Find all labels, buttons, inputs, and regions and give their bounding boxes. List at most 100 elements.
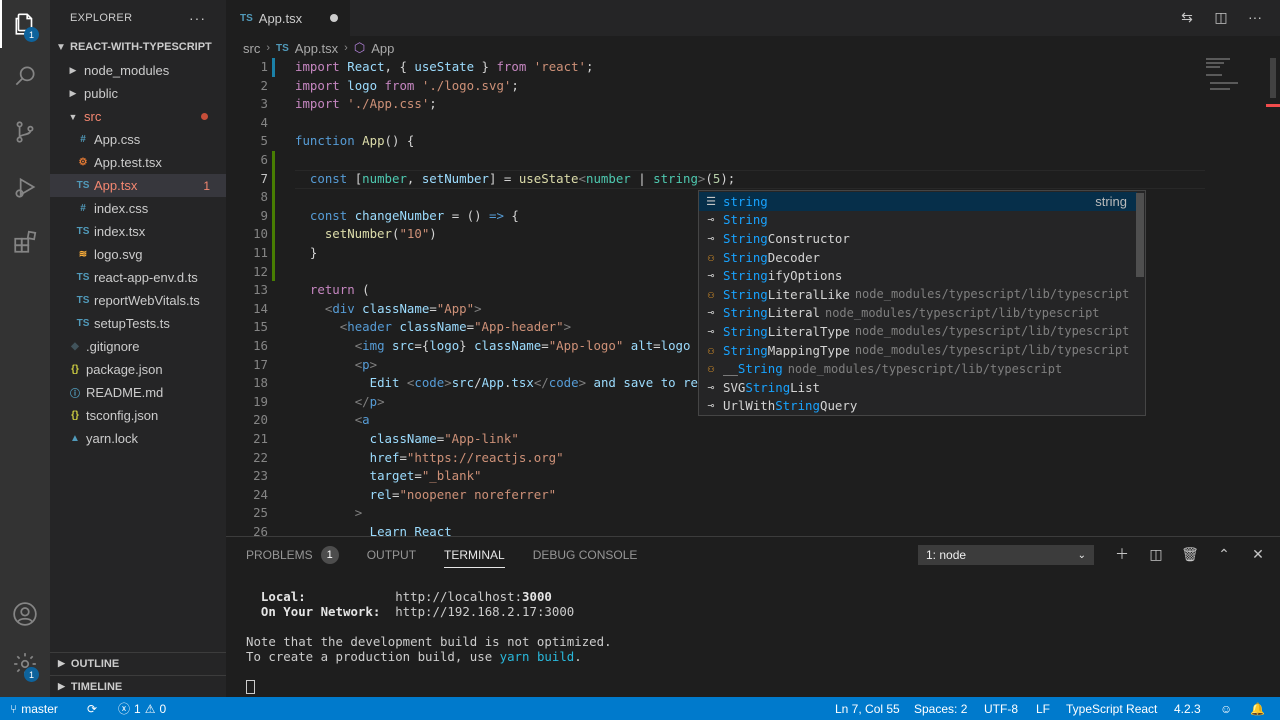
- code-line[interactable]: 26 Learn React: [226, 523, 1226, 536]
- ts-version[interactable]: 4.2.3: [1174, 697, 1201, 720]
- indentation-status[interactable]: Spaces: 2: [914, 697, 967, 720]
- code-line[interactable]: 25 >: [226, 504, 1226, 523]
- open-changes-icon[interactable]: ⇆: [1178, 8, 1196, 26]
- search-icon[interactable]: [0, 52, 50, 100]
- tree-item[interactable]: TS reportWebVitals.ts: [50, 289, 226, 312]
- suggestion-item[interactable]: ⊸ StringConstructor: [699, 229, 1137, 248]
- line-number: 13: [253, 282, 268, 298]
- suggestion-item[interactable]: ⊸ SVGStringList: [699, 378, 1137, 397]
- suggestion-item[interactable]: ⚇ StringMappingType node_modules/typescrip…: [699, 341, 1137, 360]
- code-line[interactable]: 21 className="App-link": [226, 430, 1226, 449]
- split-terminal-icon[interactable]: ◫: [1148, 545, 1164, 563]
- tree-item[interactable]: # index.css: [50, 197, 226, 220]
- code-line[interactable]: 4: [226, 114, 1226, 133]
- cursor-position[interactable]: Ln 7, Col 55: [835, 697, 900, 720]
- tree-item[interactable]: ≋ logo.svg: [50, 243, 226, 266]
- tree-item[interactable]: TS react-app-env.d.ts: [50, 266, 226, 289]
- suggestions-scrollbar[interactable]: [1136, 193, 1144, 277]
- tree-item[interactable]: ◆ .gitignore: [50, 335, 226, 358]
- suggestion-item[interactable]: ⊸ StringifyOptions: [699, 266, 1137, 285]
- code-text: <p>: [354, 356, 378, 372]
- file-type-icon: ⓘ: [70, 389, 80, 400]
- extensions-icon[interactable]: [0, 218, 50, 266]
- code-line[interactable]: 22 href="https://reactjs.org": [226, 449, 1226, 468]
- code-line[interactable]: 24 rel="noopener noreferrer": [226, 486, 1226, 505]
- problems-status[interactable]: ⓧ 1 ⚠ 0: [118, 697, 166, 720]
- tree-item[interactable]: ▲ yarn.lock: [50, 427, 226, 450]
- suggestion-item[interactable]: ⊸ String: [699, 211, 1137, 230]
- tree-item[interactable]: ▼ src: [50, 105, 226, 128]
- suggestion-match: string: [723, 193, 768, 209]
- file-type-icon: {}: [71, 364, 79, 375]
- source-control-icon[interactable]: [0, 108, 50, 156]
- tree-item[interactable]: TS setupTests.ts: [50, 312, 226, 335]
- code-line[interactable]: 7 const [number, setNumber] = useState<n…: [226, 170, 1226, 189]
- eol-status[interactable]: LF: [1036, 697, 1050, 720]
- feedback-icon[interactable]: ☺: [1220, 697, 1232, 720]
- tab-output[interactable]: OUTPUT: [367, 537, 416, 572]
- tab-debug-console[interactable]: DEBUG CONSOLE: [533, 537, 638, 572]
- tree-item[interactable]: {} package.json: [50, 358, 226, 381]
- run-debug-icon[interactable]: [0, 163, 50, 211]
- tree-item[interactable]: TS App.tsx 1: [50, 174, 226, 197]
- suggestion-item[interactable]: ⚇ StringLiteralLike node_modules/typescrip…: [699, 285, 1137, 304]
- tree-item[interactable]: ⚙ App.test.tsx: [50, 151, 226, 174]
- terminal-select[interactable]: 1: node ⌄: [918, 545, 1094, 565]
- outline-section[interactable]: ▶ OUTLINE: [50, 652, 226, 674]
- error-count: 1: [134, 701, 141, 716]
- code-line[interactable]: 3 import './App.css';: [226, 95, 1226, 114]
- suggestion-item[interactable]: ⊸ StringLiteral node_modules/typescript/li…: [699, 304, 1137, 323]
- breadcrumb-symbol[interactable]: App: [371, 41, 394, 56]
- timeline-section[interactable]: ▶ TIMELINE: [50, 675, 226, 697]
- explorer-icon[interactable]: 1: [0, 0, 50, 48]
- encoding-status[interactable]: UTF-8: [984, 697, 1018, 720]
- more-actions-icon[interactable]: ···: [1246, 8, 1264, 26]
- suggestion-item[interactable]: ⚇ StringDecoder: [699, 248, 1137, 267]
- branch-status[interactable]: ⑂ master: [10, 697, 58, 720]
- tab-app-tsx[interactable]: TS App.tsx: [226, 0, 350, 36]
- project-root[interactable]: ▼ REACT-WITH-TYPESCRIPT: [50, 35, 226, 59]
- editor-scrollbar[interactable]: [1266, 58, 1280, 536]
- code-line[interactable]: 5 function App() {: [226, 132, 1226, 151]
- notifications-bell-icon[interactable]: 🔔: [1250, 697, 1265, 720]
- tree-item[interactable]: TS index.tsx: [50, 220, 226, 243]
- tab-terminal[interactable]: TERMINAL: [444, 537, 505, 572]
- suggestion-detail: node_modules/typescript/lib/typescript: [854, 343, 1130, 358]
- maximize-panel-icon[interactable]: ⌃: [1216, 545, 1232, 563]
- settings-badge: 1: [24, 667, 39, 682]
- suggestion-item[interactable]: ⊸ UrlWithStringQuery: [699, 397, 1137, 416]
- breadcrumb-file[interactable]: App.tsx: [295, 41, 338, 56]
- code-line[interactable]: 2 import logo from './logo.svg';: [226, 77, 1226, 96]
- suggestion-item[interactable]: ⊸ StringLiteralType node_modules/typescrip…: [699, 322, 1137, 341]
- unsaved-dot-icon[interactable]: [330, 14, 338, 22]
- terminal-output[interactable]: Local: http://localhost:3000 On Your Net…: [246, 589, 612, 664]
- suggestion-item[interactable]: ⚇ __String node_modules/typescript/lib/typ…: [699, 359, 1137, 378]
- tree-item[interactable]: {} tsconfig.json: [50, 404, 226, 427]
- line-number: 4: [260, 114, 268, 130]
- code-line[interactable]: 23 target="_blank": [226, 467, 1226, 486]
- code-line[interactable]: 1 import React, { useState } from 'react'…: [226, 58, 1226, 77]
- breadcrumb-folder[interactable]: src: [243, 41, 260, 56]
- tree-item[interactable]: ▶ public: [50, 82, 226, 105]
- language-mode[interactable]: TypeScript React: [1066, 697, 1157, 720]
- close-icon[interactable]: ✕: [1250, 545, 1266, 563]
- sync-icon[interactable]: ⟳: [87, 697, 97, 720]
- tree-item[interactable]: ▶ node_modules: [50, 59, 226, 82]
- tree-item[interactable]: # App.css: [50, 128, 226, 151]
- interface-symbol-icon: ⊸: [707, 399, 715, 413]
- manage-gear-icon[interactable]: 1: [0, 640, 50, 688]
- minimap[interactable]: [1206, 58, 1266, 98]
- tab-problems[interactable]: PROBLEMS 1: [246, 537, 339, 572]
- trash-icon[interactable]: 🗑: [1181, 545, 1199, 563]
- new-terminal-icon[interactable]: ＋: [1114, 545, 1130, 563]
- network-url: http://192.168.2.17:3000: [395, 604, 575, 619]
- split-editor-icon[interactable]: ◫: [1212, 8, 1230, 26]
- encoding-label: UTF-8: [984, 701, 1018, 716]
- account-icon[interactable]: [0, 590, 50, 638]
- more-actions-icon[interactable]: ···: [189, 10, 206, 26]
- suggestion-item[interactable]: ☰ string string: [699, 192, 1137, 211]
- tree-item[interactable]: ⓘ README.md: [50, 381, 226, 404]
- tree-item-label: README.md: [86, 385, 164, 400]
- code-line[interactable]: 6: [226, 151, 1226, 170]
- code-text: rel="noopener noreferrer": [369, 486, 557, 502]
